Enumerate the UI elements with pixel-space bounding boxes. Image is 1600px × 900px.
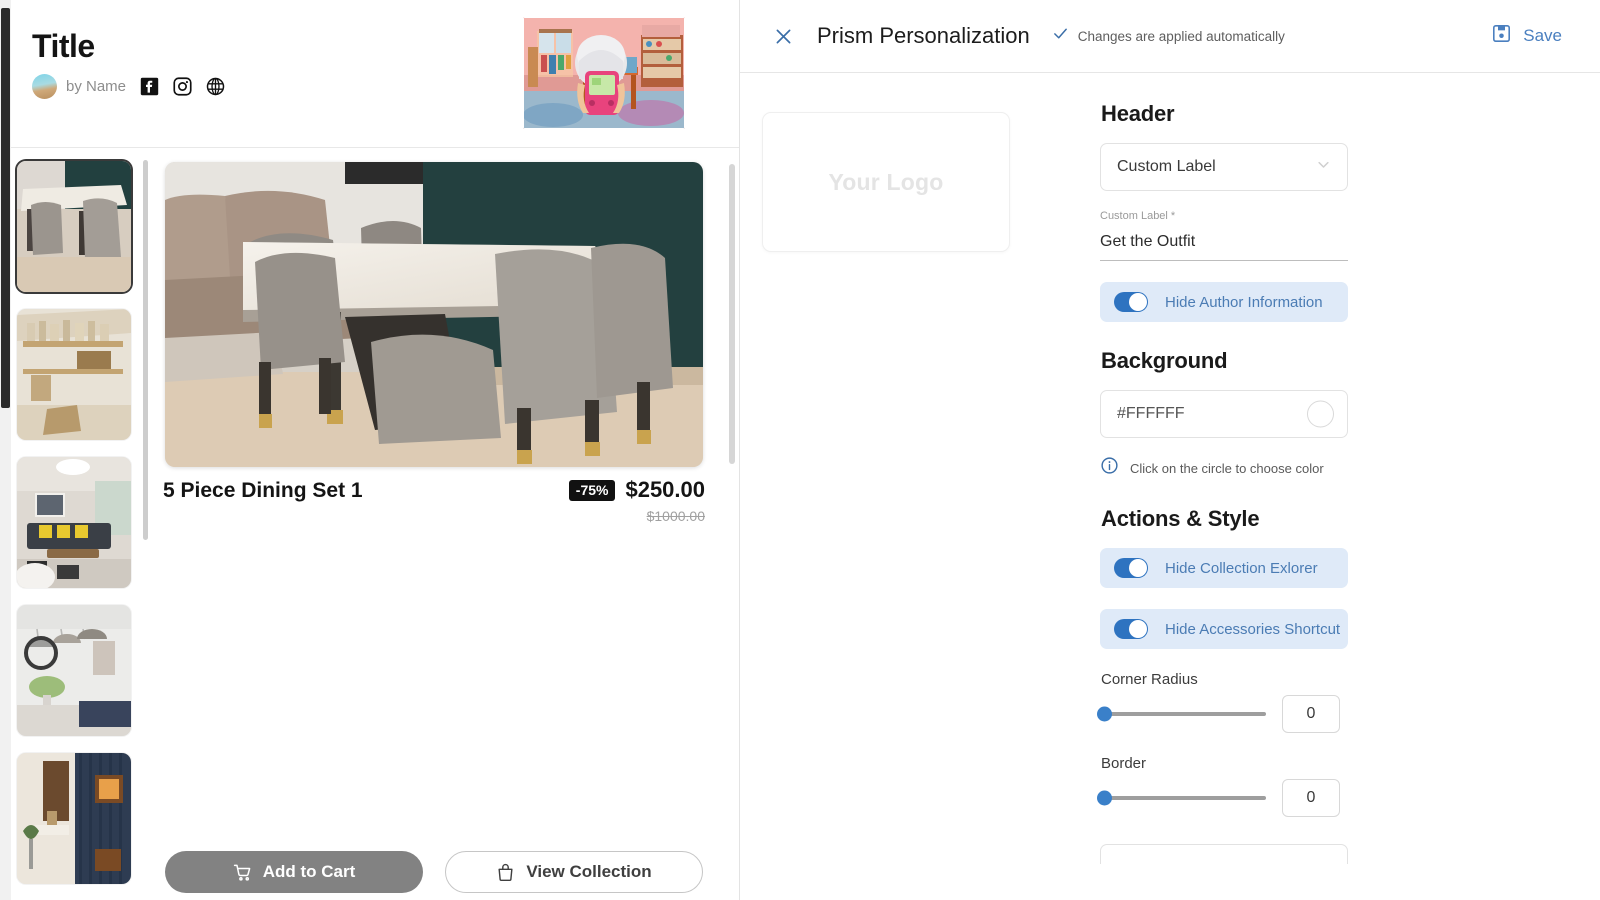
color-hint-text: Click on the circle to choose color xyxy=(1130,460,1324,476)
product-area: 5 Piece Dining Set 1 -75% $250.00 $1000.… xyxy=(155,149,739,900)
toggle-knob xyxy=(1129,620,1147,638)
background-color-field[interactable]: #FFFFFF xyxy=(1100,390,1348,438)
custom-label-input[interactable] xyxy=(1100,233,1348,261)
logo-upload-box[interactable]: Your Logo xyxy=(762,112,1010,252)
title-block: Title by Name xyxy=(32,30,225,99)
editor-body: Your Logo Header Custom Label Custom Lab… xyxy=(740,73,1600,900)
hero-illustration xyxy=(523,17,685,129)
custom-label-field-label: Custom Label * xyxy=(1100,210,1176,222)
discount-badge: -75% xyxy=(568,479,616,501)
thumbnail-rail-scrollbar[interactable] xyxy=(143,160,148,540)
toggle-switch[interactable] xyxy=(1114,292,1148,312)
avatar xyxy=(32,74,57,99)
save-button[interactable]: Save xyxy=(1491,23,1562,49)
header-type-select[interactable]: Custom Label xyxy=(1100,143,1348,191)
list-item[interactable] xyxy=(17,309,131,440)
corner-radius-value[interactable]: 0 xyxy=(1282,695,1340,733)
price-group: -75% $250.00 $1000.00 xyxy=(568,477,705,524)
price-row: -75% $250.00 xyxy=(568,477,705,503)
product-info: 5 Piece Dining Set 1 -75% $250.00 $1000.… xyxy=(163,477,705,524)
logo-placeholder: Your Logo xyxy=(828,168,944,195)
website-icon[interactable] xyxy=(206,77,225,96)
hide-accessories-shortcut-toggle-row[interactable]: Hide Accessories Shortcut xyxy=(1100,609,1348,649)
header-type-value: Custom Label xyxy=(1117,158,1216,175)
list-item[interactable] xyxy=(17,753,131,884)
background-color-value: #FFFFFF xyxy=(1117,405,1185,422)
corner-radius-label: Corner Radius xyxy=(1101,671,1198,688)
current-price: $250.00 xyxy=(625,477,705,502)
color-hint: Click on the circle to choose color xyxy=(1100,456,1360,480)
info-icon xyxy=(1100,456,1119,480)
toggle-switch[interactable] xyxy=(1114,619,1148,639)
chevron-down-icon xyxy=(1316,157,1331,177)
slider-handle[interactable] xyxy=(1097,790,1112,806)
cart-icon xyxy=(233,863,252,882)
custom-label-field: Custom Label * xyxy=(1100,210,1348,261)
product-name: 5 Piece Dining Set 1 xyxy=(163,479,363,502)
facebook-icon[interactable] xyxy=(140,77,159,96)
editor-topbar: Prism Personalization Changes are applie… xyxy=(740,0,1600,73)
hide-accessories-shortcut-label: Hide Accessories Shortcut xyxy=(1165,620,1341,638)
editor-title: Prism Personalization xyxy=(817,23,1030,48)
product-image xyxy=(165,162,703,467)
app-screen: Title by Name 5 Piece Dining Set 1 -75% … xyxy=(0,0,1600,900)
hide-collection-explorer-toggle-row[interactable]: Hide Collection Exlorer xyxy=(1100,548,1348,588)
border-slider[interactable] xyxy=(1097,790,1266,806)
next-field-partial[interactable] xyxy=(1100,844,1348,864)
add-to-cart-label: Add to Cart xyxy=(262,862,356,881)
border-value[interactable]: 0 xyxy=(1282,779,1340,817)
page-scrollbar[interactable] xyxy=(0,0,11,900)
product-actions: Add to Cart View Collection xyxy=(165,851,710,893)
product-image-scrollbar[interactable] xyxy=(729,164,735,464)
instagram-icon[interactable] xyxy=(173,77,192,96)
autosave-status: Changes are applied automatically xyxy=(1052,25,1285,47)
section-title-header: Header xyxy=(1101,101,1175,126)
original-price: $1000.00 xyxy=(646,508,705,524)
color-swatch-button[interactable] xyxy=(1307,400,1334,428)
byline-name: by Name xyxy=(66,78,127,95)
corner-radius-slider-row: 0 xyxy=(1097,695,1400,733)
byline: by Name xyxy=(32,74,225,99)
hide-collection-explorer-label: Hide Collection Exlorer xyxy=(1165,559,1318,577)
add-to-cart-button[interactable]: Add to Cart xyxy=(165,851,423,893)
section-title-actions: Actions & Style xyxy=(1101,506,1260,531)
save-icon xyxy=(1491,23,1512,49)
hide-author-toggle-row[interactable]: Hide Author Information xyxy=(1100,282,1348,322)
toggle-knob xyxy=(1129,559,1147,577)
social-links xyxy=(140,77,225,96)
toggle-switch[interactable] xyxy=(1114,558,1148,578)
section-title-background: Background xyxy=(1101,348,1228,373)
autosave-text: Changes are applied automatically xyxy=(1077,28,1285,44)
hide-author-label: Hide Author Information xyxy=(1165,293,1323,311)
settings-column: Header Custom Label Custom Label * Hide … xyxy=(1097,73,1400,900)
corner-radius-slider[interactable] xyxy=(1097,706,1266,722)
list-item[interactable] xyxy=(17,161,131,292)
slider-handle[interactable] xyxy=(1097,706,1112,722)
bag-icon xyxy=(496,863,515,882)
page-title: Title xyxy=(32,28,95,64)
view-collection-button[interactable]: View Collection xyxy=(445,851,703,893)
close-icon[interactable] xyxy=(769,22,797,50)
check-icon xyxy=(1052,25,1069,47)
list-item[interactable] xyxy=(17,605,131,736)
logo-zone: Your Logo xyxy=(740,73,1100,900)
thumbnail-rail[interactable] xyxy=(11,149,149,900)
preview-header: Title by Name xyxy=(11,0,739,148)
border-slider-row: 0 xyxy=(1097,779,1400,817)
preview-pane: Title by Name 5 Piece Dining Set 1 -75% … xyxy=(0,0,740,900)
save-label: Save xyxy=(1523,26,1562,45)
list-item[interactable] xyxy=(17,457,131,588)
toggle-knob xyxy=(1129,293,1147,311)
personalization-editor: Prism Personalization Changes are applie… xyxy=(740,0,1600,900)
border-label: Border xyxy=(1101,755,1147,772)
page-scrollbar-thumb[interactable] xyxy=(1,8,10,408)
view-collection-label: View Collection xyxy=(526,862,652,881)
